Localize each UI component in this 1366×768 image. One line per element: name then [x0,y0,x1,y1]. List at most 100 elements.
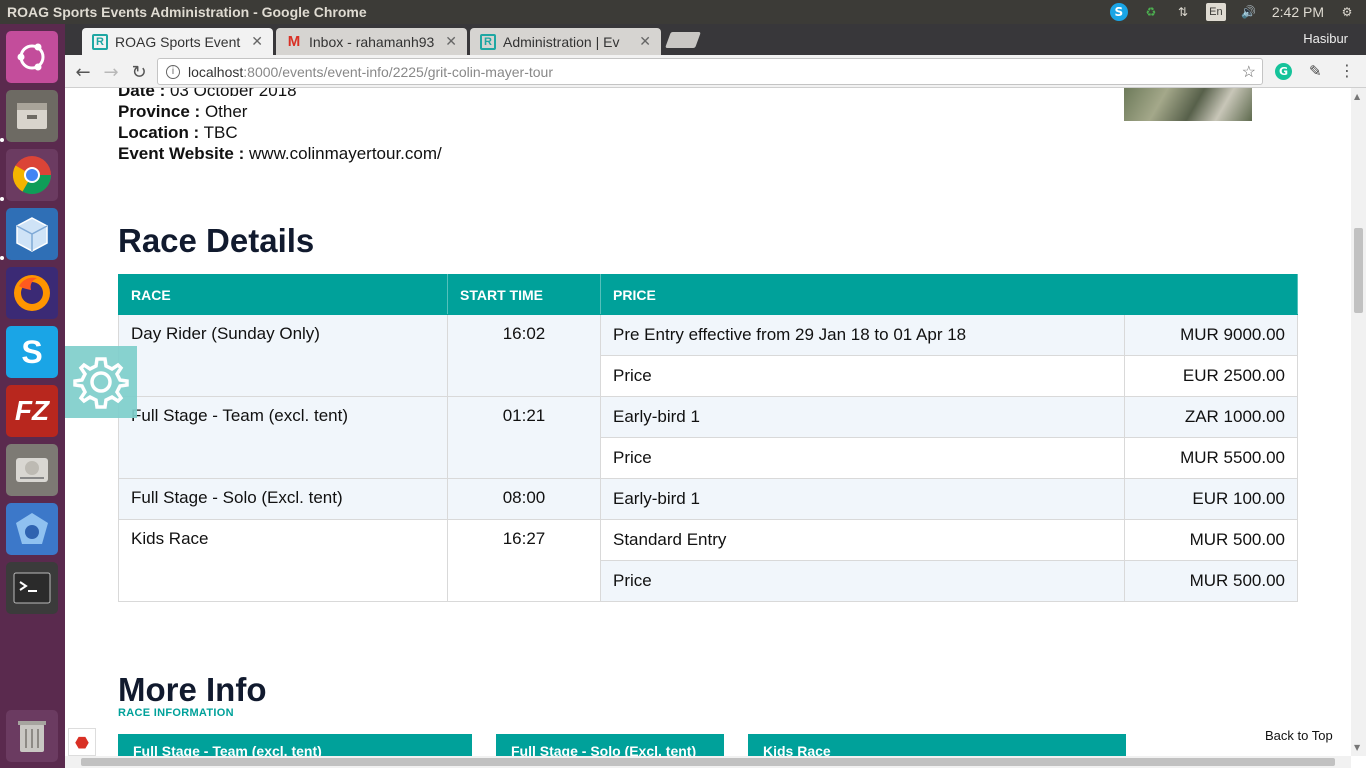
trash-icon[interactable] [6,710,58,762]
network-icon[interactable]: ⇅ [1174,3,1192,21]
ubuntu-icon[interactable] [6,31,58,83]
price-amount-cell: ZAR 1000.00 [1124,396,1298,438]
price-label-cell: Early-bird 1 [600,396,1125,438]
column-header-price: PRICE [600,274,1298,315]
scroll-down-arrow-icon[interactable]: ▼ [1354,743,1360,752]
close-icon[interactable]: ✕ [445,33,457,50]
extension-badge-icon[interactable]: ⬣ [68,728,96,756]
price-amount-cell: MUR 5500.00 [1124,437,1298,479]
settings-gear-icon[interactable] [65,346,137,418]
race-info-card[interactable]: Kids Race [748,734,1126,756]
start-time-cell: 16:27 [447,519,601,602]
column-header-race: RACE [118,274,448,315]
table-row: Full Stage - Solo (Excl. tent) 08:00 Ear… [118,478,1298,520]
price-label-cell: Price [600,437,1125,479]
window-title: ROAG Sports Events Administration - Goog… [7,4,367,20]
os-top-panel: ROAG Sports Events Administration - Goog… [0,0,1366,24]
filezilla-icon[interactable]: FZ [6,385,58,437]
province-label: Province : [118,102,201,121]
location-value: TBC [203,123,238,142]
close-icon[interactable]: ✕ [639,33,651,50]
virtualbox-icon[interactable] [6,208,58,260]
info-icon[interactable]: i [166,64,180,79]
race-name-cell: Full Stage - Solo (Excl. tent) [118,478,448,520]
gmail-favicon-icon: M [287,33,301,50]
date-value: 03 October 2018 [169,88,297,100]
race-info-card[interactable]: Full Stage - Team (excl. tent) [118,734,472,756]
chrome-menu-icon[interactable]: ⋮ [1339,61,1355,80]
scroll-up-arrow-icon[interactable]: ▲ [1354,92,1360,101]
back-arrow-icon[interactable]: ← [71,60,95,84]
price-label-cell: Pre Entry effective from 29 Jan 18 to 01… [600,314,1125,356]
tab-inbox[interactable]: M Inbox - rahamanh93 ✕ [276,28,467,55]
race-name-cell: Kids Race [118,519,448,602]
color-picker-extension-icon[interactable]: ✎ [1309,62,1322,80]
table-row: Full Stage - Team (excl. tent) 01:21 Ear… [118,396,1298,479]
vertical-scrollbar[interactable]: ▲ ▼ [1351,88,1366,756]
race-name-cell: Full Stage - Team (excl. tent) [118,396,448,479]
website-link[interactable]: www.colinmayertour.com/ [249,144,442,163]
tab-administration[interactable]: R Administration | Ev ✕ [470,28,661,55]
gear-icon[interactable]: ⚙ [1338,3,1356,21]
start-time-cell: 08:00 [447,478,601,520]
price-label-cell: Price [600,560,1125,602]
roag-favicon-icon: R [480,33,496,50]
bookmark-star-icon[interactable]: ☆ [1242,62,1256,82]
event-date: Date : 03 October 2018 [118,88,297,101]
reload-icon[interactable]: ↻ [127,60,151,84]
system-tray: S ♻ ⇅ En 🔊 2:42 PM ⚙ [1109,0,1366,24]
disk-icon[interactable] [6,444,58,496]
race-information-subtitle: RACE INFORMATION [118,707,234,719]
location-label: Location : [118,123,200,142]
price-amount-cell: MUR 500.00 [1124,560,1298,602]
scrollbar-thumb[interactable] [1354,228,1363,313]
horizontal-scrollbar[interactable] [65,756,1351,768]
launcher: S FZ [0,24,65,768]
tab-strip: R ROAG Sports Event ✕ M Inbox - rahamanh… [65,24,1366,55]
price-amount-cell: MUR 9000.00 [1124,314,1298,356]
race-name-cell: Day Rider (Sunday Only) [118,314,448,397]
event-location: Location : TBC [118,123,238,143]
race-info-card[interactable]: Full Stage - Solo (Excl. tent) [496,734,724,756]
files-icon[interactable] [6,90,58,142]
table-row: Kids Race 16:27 Standard Entry MUR 500.0… [118,519,1298,602]
grammarly-extension-icon[interactable]: G [1275,63,1292,80]
forward-arrow-icon[interactable]: → [99,60,123,84]
race-details-title: Race Details [118,222,315,259]
address-bar[interactable]: i localhost :8000/events/event-info/2225… [157,58,1263,85]
skype-icon[interactable]: S [6,326,58,378]
sync-tray-icon[interactable]: ♻ [1142,3,1160,21]
province-value: Other [204,102,248,121]
clock[interactable]: 2:42 PM [1272,4,1324,20]
profile-button[interactable]: Hasibur [1295,28,1356,50]
table-row: Day Rider (Sunday Only) 16:02 Pre Entry … [118,314,1298,397]
browser-toolbar: ← → ↻ i localhost :8000/events/event-inf… [65,55,1366,88]
event-province: Province : Other [118,102,247,122]
page-viewport: Date : 03 October 2018 Province : Other … [65,88,1351,756]
chrome-icon[interactable] [6,149,58,201]
running-indicator [0,256,4,260]
event-image [1124,88,1252,121]
volume-icon[interactable]: 🔊 [1240,3,1258,21]
tab-roag-sports-event[interactable]: R ROAG Sports Event ✕ [82,28,273,55]
table-header-row: RACE START TIME PRICE [118,274,1298,315]
scrollbar-thumb[interactable] [81,758,1335,766]
skype-tray-icon[interactable]: S [1109,3,1128,21]
roag-favicon-icon: R [92,33,108,50]
terminal-icon[interactable] [6,562,58,614]
start-time-cell: 01:21 [447,396,601,479]
running-indicator [0,138,4,142]
more-info-title: More Info [118,671,267,708]
app-icon[interactable] [6,503,58,555]
price-label-cell: Price [600,355,1125,397]
date-label: Date : [118,88,166,100]
price-amount-cell: MUR 500.00 [1124,519,1298,561]
new-tab-button[interactable] [665,32,701,48]
firefox-icon[interactable] [6,267,58,319]
column-header-start-time: START TIME [447,274,601,315]
back-to-top-link[interactable]: Back to Top [1265,728,1333,743]
tab-label: ROAG Sports Event [115,33,241,50]
url-path: :8000/events/event-info/2225/grit-colin-… [243,63,553,80]
close-icon[interactable]: ✕ [251,33,263,50]
keyboard-language[interactable]: En [1205,3,1226,21]
